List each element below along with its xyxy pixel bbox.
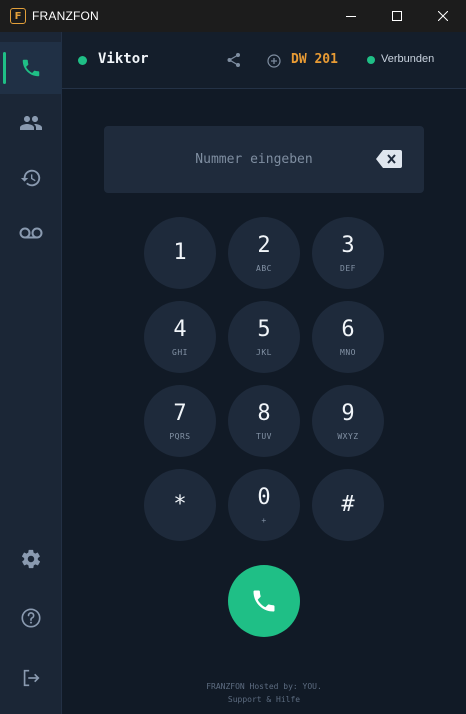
key-2[interactable]: 2 ABC xyxy=(228,217,300,289)
app-title: FRANZFON xyxy=(32,9,99,23)
key-letters: ABC xyxy=(256,263,272,273)
key-letters: TUV xyxy=(256,431,272,441)
sidebar-item-logout[interactable] xyxy=(0,652,62,704)
key-digit: # xyxy=(341,492,355,517)
help-icon xyxy=(21,608,41,628)
app-logo-letter: F xyxy=(14,10,22,22)
history-icon xyxy=(20,169,41,187)
maximize-button[interactable] xyxy=(374,0,420,32)
key-digit: 0 xyxy=(257,484,271,510)
share-icon xyxy=(227,53,240,67)
user-status-dot xyxy=(78,56,87,65)
share-button[interactable] xyxy=(226,52,242,72)
call-button[interactable] xyxy=(228,565,300,637)
header: Viktor DW 201 Verbunden xyxy=(62,32,466,89)
key-digit: 1 xyxy=(173,240,187,265)
extension-label: DW 201 xyxy=(291,52,338,67)
close-button[interactable] xyxy=(420,0,466,32)
connection-status-dot xyxy=(367,56,375,64)
sidebar-item-settings[interactable] xyxy=(0,533,62,585)
close-icon xyxy=(438,11,448,21)
key-9[interactable]: 9 WXYZ xyxy=(312,385,384,457)
key-5[interactable]: 5 JKL xyxy=(228,301,300,373)
backspace-button[interactable] xyxy=(374,147,404,171)
key-digit: 5 xyxy=(257,316,271,342)
key-letters: PQRS xyxy=(169,431,191,441)
logout-icon xyxy=(23,669,40,687)
key-7[interactable]: 7 PQRS xyxy=(144,385,216,457)
key-digit: 4 xyxy=(173,316,187,342)
contacts-icon xyxy=(20,116,42,130)
sidebar xyxy=(0,32,62,714)
user-name: Viktor xyxy=(98,51,149,67)
sidebar-item-history[interactable] xyxy=(0,152,62,204)
key-digit: 7 xyxy=(173,400,187,426)
phone-icon xyxy=(253,590,275,612)
sidebar-item-phone[interactable] xyxy=(0,42,62,94)
app-logo: F xyxy=(10,8,26,24)
backspace-icon xyxy=(376,150,402,168)
sidebar-item-voicemail[interactable] xyxy=(0,207,62,259)
key-letters: + xyxy=(261,515,267,525)
key-letters: WXYZ xyxy=(337,431,359,441)
sidebar-item-contacts[interactable] xyxy=(0,97,62,149)
number-input[interactable] xyxy=(104,126,364,193)
number-field xyxy=(104,126,424,193)
key-hash[interactable]: # xyxy=(312,469,384,541)
key-digit: * xyxy=(173,492,187,517)
footer: FRANZFON Hosted by: YOU. Support & Hilfe xyxy=(62,680,466,706)
connection-status: Verbunden xyxy=(381,53,435,65)
key-digit: 6 xyxy=(341,316,355,342)
minimize-button[interactable] xyxy=(328,0,374,32)
title-bar: F FRANZFON xyxy=(0,0,466,32)
key-6[interactable]: 6 MNO xyxy=(312,301,384,373)
key-3[interactable]: 3 DEF xyxy=(312,217,384,289)
voicemail-icon xyxy=(19,227,43,239)
key-letters: DEF xyxy=(340,263,356,273)
maximize-icon xyxy=(392,11,402,21)
key-4[interactable]: 4 GHI xyxy=(144,301,216,373)
key-1[interactable]: 1 xyxy=(144,217,216,289)
support-link[interactable]: Support & Hilfe xyxy=(62,693,466,706)
footer-hosted-text: FRANZFON Hosted by: YOU. xyxy=(206,682,322,691)
key-digit: 3 xyxy=(341,232,355,258)
key-8[interactable]: 8 TUV xyxy=(228,385,300,457)
minimize-icon xyxy=(346,16,356,17)
add-extension-button[interactable] xyxy=(267,53,281,72)
key-letters: MNO xyxy=(340,347,356,357)
key-star[interactable]: * xyxy=(144,469,216,541)
key-letters: JKL xyxy=(256,347,272,357)
key-digit: 9 xyxy=(341,400,355,426)
key-digit: 2 xyxy=(257,232,271,258)
gear-icon xyxy=(21,549,41,569)
key-digit: 8 xyxy=(257,400,271,426)
sidebar-item-help[interactable] xyxy=(0,592,62,644)
plus-circle-icon xyxy=(267,54,281,68)
key-0[interactable]: 0 + xyxy=(228,469,300,541)
phone-icon xyxy=(22,59,40,77)
key-letters: GHI xyxy=(172,347,188,357)
